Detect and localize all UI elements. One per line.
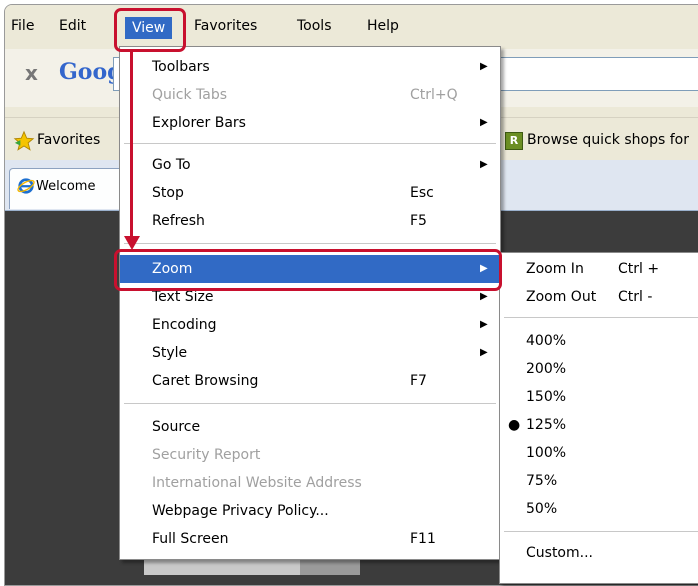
shortcut-label: Ctrl+Q bbox=[410, 87, 458, 103]
submenu-item-150[interactable]: 150% bbox=[500, 383, 698, 411]
menu-item-label: Source bbox=[152, 419, 201, 435]
ie-icon bbox=[17, 178, 35, 194]
menu-item-label: Caret Browsing bbox=[152, 373, 259, 389]
submenu-arrow-icon: ▶ bbox=[480, 291, 488, 302]
menu-item-text-size[interactable]: Text Size ▶ bbox=[120, 283, 500, 311]
submenu-item-label: 50% bbox=[526, 501, 558, 517]
submenu-item-zoom-in[interactable]: Zoom In Ctrl + bbox=[500, 255, 698, 283]
submenu-arrow-icon: ▶ bbox=[480, 263, 488, 274]
menu-separator bbox=[124, 143, 496, 144]
menu-item-style[interactable]: Style ▶ bbox=[120, 339, 500, 367]
submenu-item-label: Zoom In bbox=[526, 261, 584, 277]
star-icon[interactable] bbox=[13, 130, 35, 152]
menu-help[interactable]: Help bbox=[367, 15, 399, 37]
menu-item-toolbars[interactable]: Toolbars ▶ bbox=[120, 53, 500, 81]
menu-item-label: Encoding bbox=[152, 317, 217, 333]
menu-tools[interactable]: Tools bbox=[297, 15, 332, 37]
submenu-arrow-icon: ▶ bbox=[480, 347, 488, 358]
browse-shops-link[interactable]: Browse quick shops for bbox=[527, 132, 689, 148]
submenu-item-label: 200% bbox=[526, 361, 567, 377]
tab-label: Welcome bbox=[36, 179, 96, 194]
submenu-item-label: 400% bbox=[526, 333, 567, 349]
menu-item-privacy-policy[interactable]: Webpage Privacy Policy... bbox=[120, 497, 500, 525]
selected-bullet-icon: ● bbox=[508, 417, 521, 433]
menu-file[interactable]: File bbox=[11, 15, 34, 37]
submenu-item-custom[interactable]: Custom... bbox=[500, 539, 698, 567]
menu-item-quick-tabs: Quick Tabs Ctrl+Q bbox=[120, 81, 500, 109]
menu-item-zoom[interactable]: Zoom ▶ bbox=[120, 255, 500, 283]
menu-item-label: Quick Tabs bbox=[152, 87, 228, 103]
menu-separator bbox=[124, 243, 496, 244]
submenu-item-label: Custom... bbox=[526, 545, 593, 561]
shortcut-label: F5 bbox=[410, 213, 427, 229]
menu-bar: File Edit View Favorites Tools Help bbox=[5, 5, 698, 43]
favorites-label[interactable]: Favorites bbox=[37, 132, 100, 148]
menu-item-label: Text Size bbox=[152, 289, 214, 305]
submenu-item-75[interactable]: 75% bbox=[500, 467, 698, 495]
shop-icon: R bbox=[505, 132, 523, 150]
submenu-arrow-icon: ▶ bbox=[480, 159, 488, 170]
submenu-item-label: 125% bbox=[526, 417, 567, 433]
menu-item-label: Go To bbox=[152, 157, 191, 173]
zoom-submenu: Zoom In Ctrl + Zoom Out Ctrl - 400% 200%… bbox=[499, 252, 698, 584]
menu-item-label: Refresh bbox=[152, 213, 205, 229]
menu-separator bbox=[124, 403, 496, 404]
shortcut-label: Esc bbox=[410, 185, 434, 201]
menu-item-label: Webpage Privacy Policy... bbox=[152, 503, 329, 519]
menu-item-explorer-bars[interactable]: Explorer Bars ▶ bbox=[120, 109, 500, 137]
menu-item-full-screen[interactable]: Full Screen F11 bbox=[120, 525, 500, 553]
menu-favorites[interactable]: Favorites bbox=[194, 15, 257, 37]
menu-item-stop[interactable]: Stop Esc bbox=[120, 179, 500, 207]
submenu-item-label: 150% bbox=[526, 389, 567, 405]
menu-item-label: International Website Address bbox=[152, 475, 362, 491]
view-menu: Toolbars ▶ Quick Tabs Ctrl+Q Explorer Ba… bbox=[119, 46, 501, 560]
submenu-arrow-icon: ▶ bbox=[480, 117, 488, 128]
menu-item-label: Style bbox=[152, 345, 188, 361]
menu-item-label: Stop bbox=[152, 185, 184, 201]
submenu-item-100[interactable]: 100% bbox=[500, 439, 698, 467]
shortcut-label: F11 bbox=[410, 531, 436, 547]
annotation-arrow bbox=[130, 50, 133, 242]
menu-item-label: Toolbars bbox=[152, 59, 210, 75]
menu-item-security-report: Security Report bbox=[120, 441, 500, 469]
submenu-item-50[interactable]: 50% bbox=[500, 495, 698, 523]
menu-separator bbox=[504, 531, 698, 532]
menu-item-international-address: International Website Address bbox=[120, 469, 500, 497]
menu-view[interactable]: View bbox=[125, 17, 173, 39]
menu-item-refresh[interactable]: Refresh F5 bbox=[120, 207, 500, 235]
menu-item-label: Explorer Bars bbox=[152, 115, 246, 131]
submenu-item-125[interactable]: ● 125% bbox=[500, 411, 698, 439]
menu-separator bbox=[504, 317, 698, 318]
tab-welcome[interactable]: Welcome bbox=[9, 168, 131, 209]
close-icon[interactable]: x bbox=[25, 61, 38, 85]
shortcut-label: F7 bbox=[410, 373, 427, 389]
menu-item-go-to[interactable]: Go To ▶ bbox=[120, 151, 500, 179]
submenu-item-label: 100% bbox=[526, 445, 567, 461]
menu-item-source[interactable]: Source bbox=[120, 413, 500, 441]
menu-edit[interactable]: Edit bbox=[59, 15, 86, 37]
menu-item-label: Zoom bbox=[152, 261, 193, 277]
menu-item-encoding[interactable]: Encoding ▶ bbox=[120, 311, 500, 339]
menu-item-label: Security Report bbox=[152, 447, 261, 463]
submenu-item-400[interactable]: 400% bbox=[500, 327, 698, 355]
shortcut-label: Ctrl + bbox=[618, 261, 660, 277]
shortcut-label: Ctrl - bbox=[618, 289, 653, 305]
submenu-arrow-icon: ▶ bbox=[480, 319, 488, 330]
menu-item-caret-browsing[interactable]: Caret Browsing F7 bbox=[120, 367, 500, 395]
submenu-item-zoom-out[interactable]: Zoom Out Ctrl - bbox=[500, 283, 698, 311]
submenu-item-200[interactable]: 200% bbox=[500, 355, 698, 383]
menu-item-label: Full Screen bbox=[152, 531, 229, 547]
submenu-item-label: 75% bbox=[526, 473, 558, 489]
submenu-arrow-icon: ▶ bbox=[480, 61, 488, 72]
arrow-head-icon bbox=[124, 236, 140, 250]
submenu-item-label: Zoom Out bbox=[526, 289, 597, 305]
